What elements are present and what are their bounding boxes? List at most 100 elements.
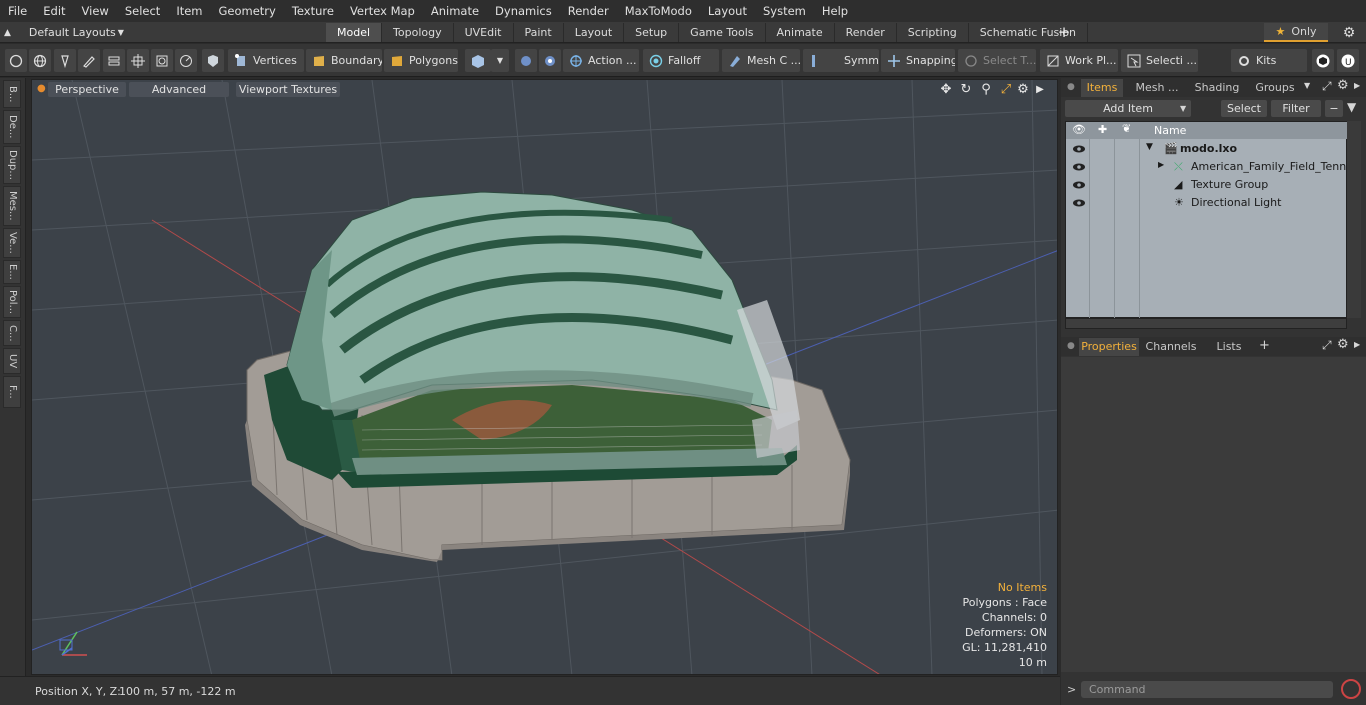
menu-item[interactable]: Item xyxy=(168,4,210,18)
tab-game-tools[interactable]: Game Tools xyxy=(679,23,766,42)
tree-row-scene[interactable]: ▼ 🎬 modo.lxo xyxy=(1066,140,1348,158)
eye-icon[interactable] xyxy=(1072,197,1086,209)
3d-viewport[interactable]: ● Perspective Advanced Viewport Textures… xyxy=(31,79,1058,675)
unity-icon[interactable] xyxy=(1312,49,1334,72)
add-item-button[interactable]: Add Item xyxy=(1065,100,1191,117)
brush-icon[interactable] xyxy=(78,49,100,72)
tab-properties[interactable]: Properties xyxy=(1079,338,1139,356)
record-icon[interactable] xyxy=(1341,679,1361,699)
expand-panel-icon[interactable]: ⤢ xyxy=(1322,79,1332,94)
vtab-basic[interactable]: B... xyxy=(3,80,21,108)
circle-select-icon[interactable] xyxy=(5,49,27,72)
tab-shading[interactable]: Shading xyxy=(1189,79,1245,97)
polygons-button[interactable]: Polygons xyxy=(384,49,458,72)
tab-uvedit[interactable]: UVEdit xyxy=(454,23,514,42)
falloff-button[interactable]: Falloff xyxy=(643,49,719,72)
cube-icon[interactable] xyxy=(465,49,491,72)
chevron-down-icon[interactable]: ▼ xyxy=(1180,104,1186,113)
vtab-vertex[interactable]: Ve... xyxy=(3,228,21,258)
maximize-icon[interactable]: ⤢ xyxy=(998,82,1014,98)
menu-vertex-map[interactable]: Vertex Map xyxy=(342,4,423,18)
add-tab-icon[interactable]: + xyxy=(1259,338,1270,353)
tab-render[interactable]: Render xyxy=(835,23,897,42)
only-toggle-button[interactable]: ★ Only xyxy=(1264,23,1328,42)
tab-mesh[interactable]: Mesh ... xyxy=(1131,79,1183,97)
menu-help[interactable]: Help xyxy=(814,4,856,18)
rotate-view-icon[interactable]: ↻ xyxy=(958,82,974,98)
add-tab-icon[interactable]: + xyxy=(1057,23,1071,42)
boundary-button[interactable]: Boundary xyxy=(306,49,382,72)
select-button[interactable]: Select xyxy=(1221,100,1267,117)
command-input[interactable]: Command xyxy=(1081,681,1333,698)
kits-button[interactable]: Kits xyxy=(1231,49,1307,72)
viewport-dot-icon[interactable]: ● xyxy=(37,83,46,94)
zoom-icon[interactable]: ⚲ xyxy=(978,82,994,98)
tab-items[interactable]: Items xyxy=(1081,79,1123,97)
mesh-constraint-button[interactable]: Mesh C ... xyxy=(722,49,800,72)
spiral-icon[interactable] xyxy=(175,49,197,72)
snap-icon[interactable] xyxy=(539,49,561,72)
move-view-icon[interactable]: ✥ xyxy=(938,82,954,98)
menu-dynamics[interactable]: Dynamics xyxy=(487,4,560,18)
layout-selector[interactable]: ▲ Default Layouts ▼ xyxy=(4,24,124,41)
eye-icon[interactable] xyxy=(1072,143,1086,155)
tab-scripting[interactable]: Scripting xyxy=(897,23,969,42)
menu-animate[interactable]: Animate xyxy=(423,4,487,18)
filter-button[interactable]: Filter xyxy=(1271,100,1321,117)
layout-up-icon[interactable]: ▲ xyxy=(4,28,11,38)
chevron-down-icon[interactable]: ▼ xyxy=(491,49,509,72)
menu-texture[interactable]: Texture xyxy=(284,4,342,18)
unreal-icon[interactable]: U xyxy=(1337,49,1359,72)
symmetry-icon[interactable] xyxy=(515,49,537,72)
gear-icon[interactable]: ⚙ xyxy=(1340,24,1358,42)
menu-maxtomodo[interactable]: MaxToModo xyxy=(617,4,700,18)
panel-menu-icon[interactable]: ▶ xyxy=(1354,340,1360,349)
name-column-header[interactable]: Name xyxy=(1154,124,1186,137)
tree-row-mesh[interactable]: ▶ ⤬ American_Family_Field_Tennis xyxy=(1066,158,1355,176)
viewport-textures-button[interactable]: Viewport Textures xyxy=(236,82,340,97)
vtab-deform[interactable]: De... xyxy=(3,110,21,144)
tab-layout[interactable]: Layout xyxy=(564,23,625,42)
viewport-menu-icon[interactable]: ▶ xyxy=(1032,82,1048,98)
vtab-fusion[interactable]: F... xyxy=(3,376,21,408)
perspective-button[interactable]: Perspective xyxy=(48,82,126,97)
panel-dot-icon[interactable]: ● xyxy=(1067,341,1075,351)
menu-geometry[interactable]: Geometry xyxy=(211,4,284,18)
vtab-curve[interactable]: C... xyxy=(3,320,21,346)
tab-animate[interactable]: Animate xyxy=(766,23,835,42)
tab-topology[interactable]: Topology xyxy=(382,23,454,42)
menu-select[interactable]: Select xyxy=(117,4,168,18)
vtab-uv[interactable]: UV xyxy=(3,348,21,374)
symmetry-button[interactable]: Symm ... xyxy=(803,49,879,72)
expand-arrow-icon[interactable]: ▶ xyxy=(1158,160,1164,169)
eye-icon[interactable] xyxy=(1072,161,1086,173)
tree-row-directional-light[interactable]: ☀ Directional Light xyxy=(1066,194,1348,212)
shield-icon[interactable] xyxy=(202,49,224,72)
panel-dot-icon[interactable]: ● xyxy=(1067,82,1075,92)
menu-edit[interactable]: Edit xyxy=(35,4,73,18)
selection-sets-button[interactable]: Selecti ... xyxy=(1121,49,1198,72)
menu-view[interactable]: View xyxy=(74,4,117,18)
visibility-header-icon[interactable]: 👁 xyxy=(1072,123,1086,136)
menu-system[interactable]: System xyxy=(755,4,814,18)
tabs-dropdown-icon[interactable]: ▼ xyxy=(1304,81,1310,90)
select-through-button[interactable]: Select T... xyxy=(958,49,1036,72)
center-icon[interactable] xyxy=(127,49,149,72)
funnel-icon[interactable]: ▼ xyxy=(1347,100,1356,114)
tab-lists[interactable]: Lists xyxy=(1207,338,1251,356)
align-icon[interactable] xyxy=(103,49,125,72)
vtab-edge[interactable]: E... xyxy=(3,260,21,284)
tree-row-texture-group[interactable]: ◢ Texture Group xyxy=(1066,176,1348,194)
collapse-icon[interactable]: − xyxy=(1325,100,1343,117)
tab-setup[interactable]: Setup xyxy=(624,23,680,42)
work-plane-button[interactable]: Work Pl... xyxy=(1040,49,1118,72)
tab-channels[interactable]: Channels xyxy=(1143,338,1199,356)
lock-header-icon[interactable]: ✚ xyxy=(1098,123,1107,136)
menu-render[interactable]: Render xyxy=(560,4,617,18)
vtab-duplicate[interactable]: Dup... xyxy=(3,146,21,184)
vtab-polygon[interactable]: Pol... xyxy=(3,286,21,318)
expand-arrow-icon[interactable]: ▼ xyxy=(1146,142,1153,152)
type-header-icon[interactable]: ❦ xyxy=(1122,122,1131,135)
items-scrollbar[interactable] xyxy=(1347,121,1361,318)
menu-file[interactable]: File xyxy=(0,4,35,18)
